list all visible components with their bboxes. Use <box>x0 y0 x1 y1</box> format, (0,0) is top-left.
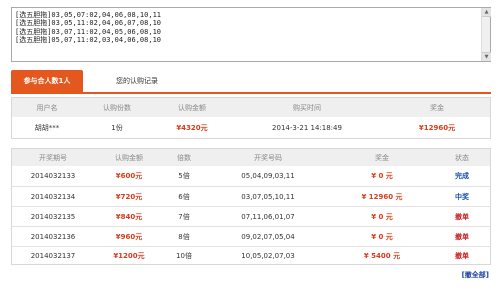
draw-prize: ¥ 0 元 <box>371 232 393 241</box>
tab-my-records[interactable]: 您的认购记录 <box>91 70 183 92</box>
cancel-all-link[interactable]: [撤全部] <box>462 270 489 280</box>
header-numbers: 开奖号码 <box>254 153 282 162</box>
order-line: [选五胆拖]03,07,11:02,04,05,06,08,10 <box>15 27 162 36</box>
draw-table: 开奖期号 认购金额 倍数 开奖号码 奖金 状态 2014032133 ¥600元… <box>11 148 491 265</box>
draw-period: 2014032133 <box>30 172 76 180</box>
order-line: [选五胆拖]05,07,11:02,03,04,06,08,10 <box>15 35 162 44</box>
draw-header-row: 开奖期号 认购金额 倍数 开奖号码 奖金 状态 <box>12 149 490 166</box>
order-lines: [选五胆拖]03,05,07:02,04,06,08,10,11 [选五胆拖]03… <box>15 11 161 44</box>
draw-amount: ¥840元 <box>115 212 143 221</box>
participant-time: 2014-3-21 14:18:49 <box>272 124 342 132</box>
header-period: 开奖期号 <box>39 153 67 162</box>
draw-amount: ¥960元 <box>115 232 143 241</box>
header-shares: 认购份数 <box>103 103 131 112</box>
header-status: 状态 <box>455 153 469 162</box>
participant-header-row: 用户名 认购份数 认购金额 购买时间 奖金 <box>12 98 490 117</box>
participant-row: 胡胡*** 1份 ¥4320元 2014-3-21 14:18:49 ¥1296… <box>12 117 490 139</box>
draw-period: 2014032135 <box>30 212 76 221</box>
participant-amount: ¥4320元 <box>176 124 208 132</box>
draw-period: 2014032137 <box>30 252 76 260</box>
participant-shares: 1份 <box>111 124 123 132</box>
header-multiple: 倍数 <box>177 153 191 162</box>
draw-multiple: 7倍 <box>178 212 190 221</box>
table-row: 2014032135 ¥840元 7倍 07,11,06,01,07 ¥ 0 元… <box>12 207 490 226</box>
header-amount: 认购金额 <box>115 153 143 162</box>
header-prize: 奖金 <box>430 103 444 112</box>
scroll-down-icon[interactable]: ▼ <box>482 52 491 61</box>
cancel-order-link[interactable]: 撤单 <box>432 227 492 246</box>
draw-numbers: 09,02,07,05,04 <box>241 232 295 241</box>
header-amount: 认购金额 <box>178 103 206 112</box>
draw-multiple: 6倍 <box>178 192 190 201</box>
draw-prize: ¥ 12960 元 <box>361 192 403 201</box>
participant-prize: ¥12960元 <box>418 124 456 132</box>
draw-numbers: 05,04,09,03,11 <box>241 172 295 180</box>
draw-multiple: 8倍 <box>178 232 190 241</box>
order-textarea[interactable]: [选五胆拖]03,05,07:02,04,06,08,10,11 [选五胆拖]03… <box>11 7 491 62</box>
header-user: 用户名 <box>36 103 58 112</box>
draw-prize: ¥ 5400 元 <box>363 252 401 260</box>
header-prize: 奖金 <box>375 153 389 162</box>
draw-amount: ¥1200元 <box>113 252 145 260</box>
draw-period: 2014032136 <box>30 232 76 241</box>
order-line: [选五胆拖]03,05,11:02,04,06,07,08,10 <box>15 19 162 28</box>
draw-amount: ¥720元 <box>115 192 143 201</box>
draw-multiple: 10倍 <box>176 252 192 260</box>
tab-participants[interactable]: 参与合人数1人 <box>11 70 83 92</box>
header-time: 购买时间 <box>293 103 321 112</box>
status-badge: 中奖 <box>455 192 469 201</box>
draw-multiple: 5倍 <box>178 172 190 180</box>
draw-amount: ¥600元 <box>115 172 143 180</box>
table-row: 2014032136 ¥960元 8倍 09,02,07,05,04 ¥ 0 元… <box>12 227 490 246</box>
table-row: 2014032133 ¥600元 5倍 05,04,09,03,11 ¥ 0 元… <box>12 166 490 186</box>
participant-table: 用户名 认购份数 认购金额 购买时间 奖金 胡胡*** 1份 ¥4320元 20… <box>11 97 491 139</box>
cancel-order-link[interactable]: 撤单 <box>432 247 492 265</box>
scroll-up-icon[interactable]: ▲ <box>482 8 491 17</box>
status-badge: 完成 <box>455 172 469 180</box>
record-tabs: 参与合人数1人 您的认购记录 <box>11 70 491 94</box>
draw-prize: ¥ 0 元 <box>371 212 393 221</box>
cancel-order-link[interactable]: 撤单 <box>432 207 492 226</box>
textarea-scrollbar[interactable]: ▲ ▼ <box>481 8 491 61</box>
draw-numbers: 03,07,05,10,11 <box>241 192 295 201</box>
table-row: 2014032137 ¥1200元 10倍 10,05,02,07,03 ¥ 5… <box>12 247 490 265</box>
draw-period: 2014032134 <box>30 192 76 201</box>
draw-numbers: 07,11,06,01,07 <box>241 212 295 221</box>
table-row: 2014032134 ¥720元 6倍 03,07,05,10,11 ¥ 129… <box>12 187 490 206</box>
draw-numbers: 10,05,02,07,03 <box>241 252 295 260</box>
draw-prize: ¥ 0 元 <box>371 172 393 180</box>
participant-user: 胡胡*** <box>34 124 60 132</box>
